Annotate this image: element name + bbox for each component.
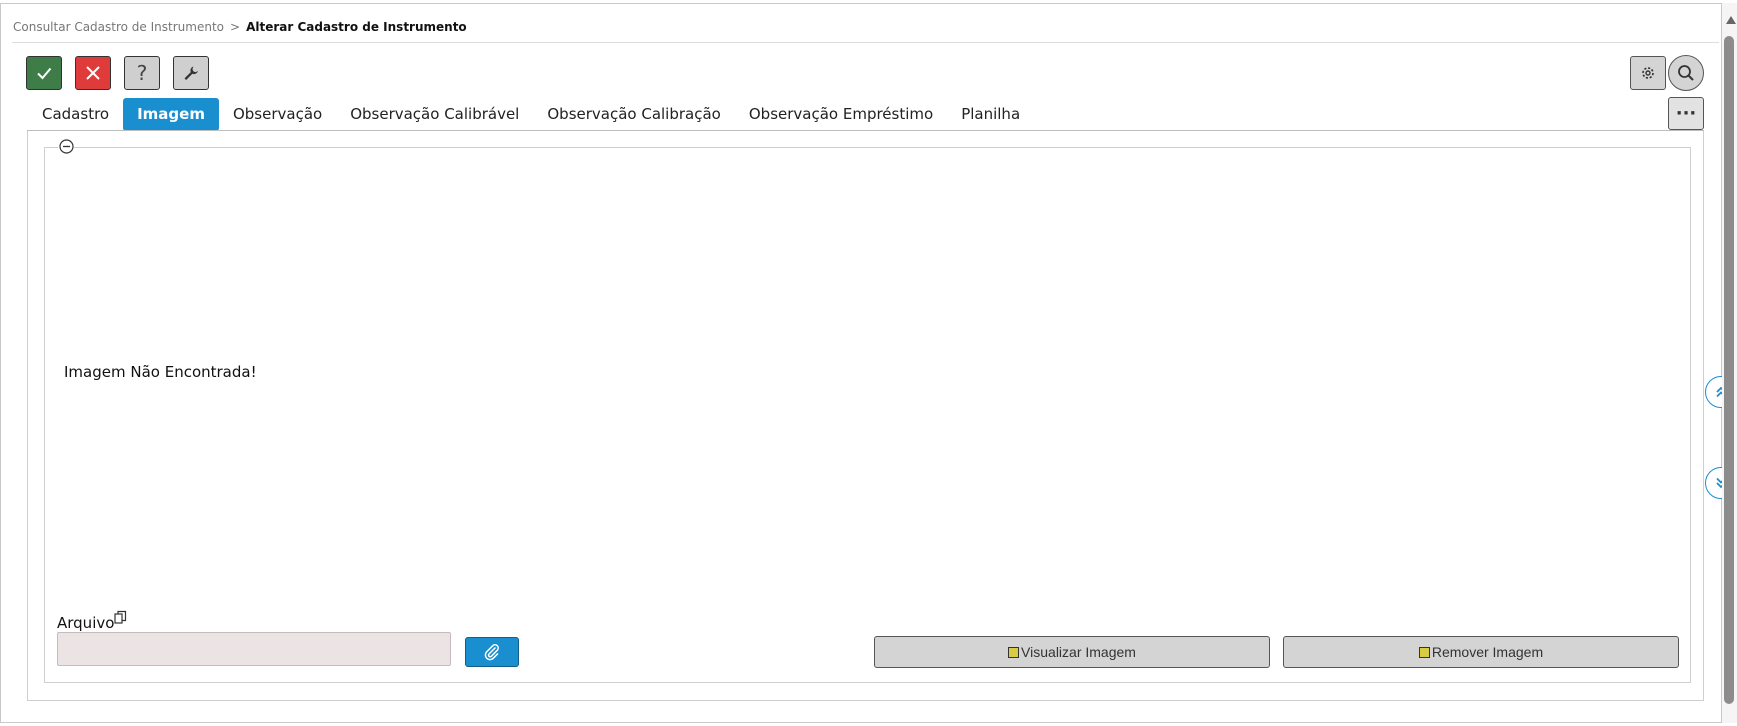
image-icon (1418, 646, 1430, 658)
attach-file-button[interactable] (465, 637, 519, 667)
settings-button[interactable] (1630, 56, 1666, 90)
file-label-text: Arquivo (57, 614, 115, 632)
tools-button[interactable] (173, 56, 209, 90)
paperclip-icon (484, 644, 499, 661)
more-icon: ··· (1675, 103, 1697, 124)
view-image-button[interactable]: Visualizar Imagem (874, 636, 1270, 668)
more-tabs-button[interactable]: ··· (1668, 97, 1704, 130)
tab-observacao-emprestimo[interactable]: Observação Empréstimo (735, 98, 947, 131)
remove-image-button[interactable]: Remover Imagem (1283, 636, 1679, 668)
image-not-found-message: Imagem Não Encontrada! (64, 363, 257, 381)
close-icon (86, 66, 100, 80)
remove-image-label: Remover Imagem (1431, 644, 1544, 660)
confirm-button[interactable] (26, 56, 62, 90)
tab-observacao-calibravel[interactable]: Observação Calibrável (336, 98, 533, 131)
breadcrumb-separator: > (230, 20, 241, 34)
tab-bar: Cadastro Imagem Observação Observação Ca… (28, 97, 1034, 131)
breadcrumb-parent-link[interactable]: Consultar Cadastro de Instrumento (13, 20, 224, 34)
scrollbar-up-arrow-icon[interactable] (1726, 16, 1736, 24)
tab-observacao[interactable]: Observação (219, 98, 336, 131)
breadcrumb-current: Alterar Cadastro de Instrumento (246, 20, 467, 34)
help-button[interactable]: ? (124, 56, 160, 90)
tab-planilha[interactable]: Planilha (947, 98, 1034, 131)
file-field-label: Arquivo (57, 610, 127, 632)
help-icon: ? (136, 61, 148, 85)
tab-cadastro[interactable]: Cadastro (28, 98, 123, 131)
copy-icon[interactable] (114, 610, 127, 625)
check-icon (37, 67, 52, 80)
wrench-icon (184, 66, 198, 80)
breadcrumb-divider (12, 42, 1719, 43)
minus-circle-icon (58, 138, 74, 154)
image-icon (1008, 646, 1020, 658)
tab-observacao-calibracao[interactable]: Observação Calibração (533, 98, 735, 131)
cancel-button[interactable] (75, 56, 111, 90)
breadcrumb: Consultar Cadastro de Instrumento > Altera… (13, 20, 467, 34)
gear-icon (1642, 67, 1654, 79)
tab-imagem[interactable]: Imagem (123, 97, 219, 131)
image-fieldset (44, 147, 1691, 683)
search-button[interactable] (1668, 55, 1704, 91)
view-image-label: Visualizar Imagem (1021, 644, 1136, 660)
search-icon (1678, 65, 1694, 81)
scrollbar-thumb[interactable] (1724, 36, 1734, 704)
collapse-button[interactable] (58, 138, 74, 154)
file-input[interactable] (57, 632, 451, 666)
